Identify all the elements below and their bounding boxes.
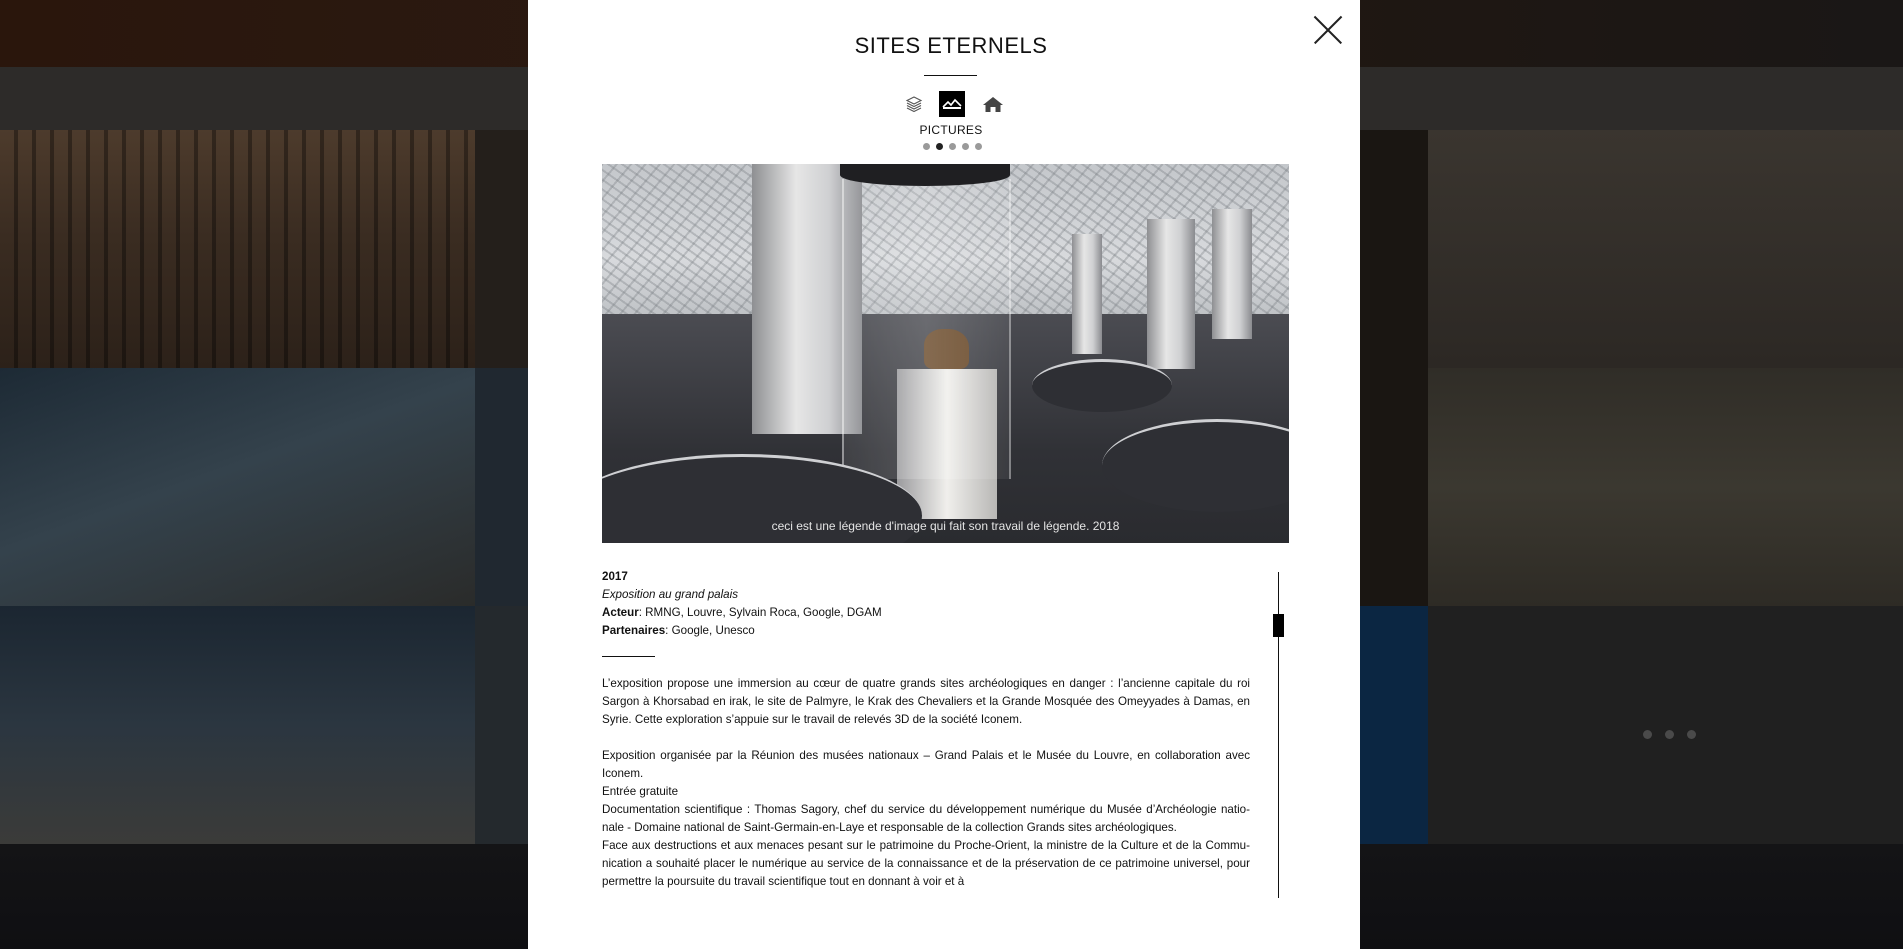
background-tile-empty — [1428, 606, 1903, 844]
description-paragraph: Face aux destructions et aux menaces pes… — [602, 839, 1250, 888]
project-partners: Partenaires: Google, Unesco — [602, 624, 755, 637]
description-paragraph: Documentation scientifique : Thomas Sago… — [602, 803, 1250, 834]
project-actors: Acteur: RMNG, Louvre, Sylvain Roca, Goog… — [602, 606, 882, 619]
background-tile-courtyard[interactable] — [1428, 130, 1903, 368]
background-tile[interactable] — [475, 606, 528, 844]
background-tile-colonnade[interactable] — [0, 130, 475, 368]
section-divider — [602, 656, 655, 657]
background-tile[interactable] — [475, 368, 528, 606]
project-subtitle: Exposition au grand palais — [602, 588, 738, 601]
section-label: PICTURES — [919, 123, 983, 137]
title-divider — [924, 75, 977, 76]
background-tile-ruins[interactable] — [1428, 368, 1903, 606]
glass-vitrine — [842, 179, 1011, 479]
slide-dot-3[interactable] — [949, 143, 956, 150]
slide-pagination — [923, 143, 982, 150]
slide-dot-1[interactable] — [923, 143, 930, 150]
background-loading-dots — [1643, 730, 1696, 739]
home-icon[interactable] — [980, 91, 1006, 117]
description-paragraph: L’exposition propose une immersion au cœ… — [602, 677, 1250, 726]
exhibition-photo[interactable] — [602, 164, 1289, 543]
display-column — [1147, 219, 1195, 369]
project-year: 2017 — [602, 570, 628, 583]
vitrine-cap — [840, 164, 1010, 186]
pictures-icon[interactable] — [939, 91, 965, 117]
background-tile-temple[interactable] — [0, 606, 475, 844]
background-tile-minaret[interactable] — [0, 368, 475, 606]
description-paragraph: Exposition organisée par la Réunion des … — [602, 749, 1250, 780]
layers-icon[interactable] — [901, 91, 927, 117]
image-caption: ceci est une légende d'image qui fait so… — [771, 519, 1120, 533]
bench — [1032, 359, 1172, 412]
display-column — [1072, 234, 1102, 354]
modal-title: SITES ETERNELS — [854, 33, 1048, 58]
display-column — [1212, 209, 1252, 339]
slide-dot-4[interactable] — [962, 143, 969, 150]
description-paragraph: Entrée gratuite — [602, 785, 679, 798]
background-tile[interactable] — [475, 130, 528, 368]
slide-dot-2[interactable] — [936, 143, 943, 150]
scrollbar-thumb[interactable] — [1273, 614, 1284, 637]
slide-dot-5[interactable] — [975, 143, 982, 150]
project-description: 2017 Exposition au grand palais Acteur: … — [602, 568, 1250, 891]
